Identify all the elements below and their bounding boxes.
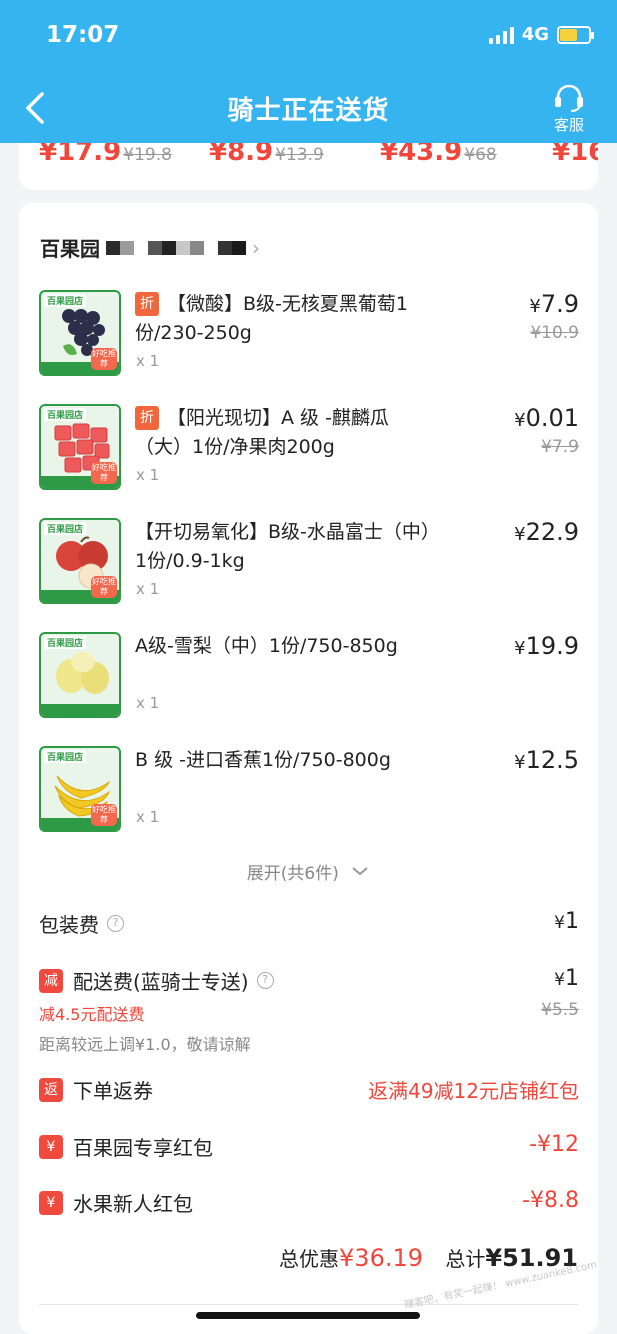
strip-item[interactable]: ¥8.9 ¥13.9: [209, 143, 324, 167]
product-name: B 级 -进口香蕉1份/750-800g: [135, 749, 391, 771]
packing-fee-label: 包装费: [39, 913, 99, 937]
help-icon[interactable]: ?: [256, 972, 274, 989]
strip-price: ¥8.9: [209, 143, 274, 167]
fruit-packet-row: ¥ 水果新人红包 -¥8.8: [39, 1188, 579, 1217]
chevron-down-icon: [352, 867, 368, 876]
product-quantity: x 1: [136, 580, 160, 598]
product-image-pear: 百果园店: [39, 632, 121, 718]
product-price: ¥0.01: [514, 404, 579, 432]
delivery-distance-note: 距离较远上调¥1.0，敬请谅解: [39, 1035, 251, 1054]
fruit-packet-label: 水果新人红包: [73, 1192, 193, 1216]
battery-icon: [557, 25, 594, 44]
coupon-label: 下单返券: [73, 1079, 153, 1103]
shop-packet-value: -¥12: [529, 1132, 579, 1157]
product-image-apple: 百果园店 好吃推荐: [39, 518, 121, 604]
delivery-original-fee: ¥5.5: [541, 1000, 579, 1020]
strip-price: ¥16.: [552, 143, 598, 167]
product-price: ¥19.9: [514, 632, 579, 660]
order-item[interactable]: 百果园店 好吃推荐 B 级 -进口香蕉1份/750-800g x 1 ¥12.5: [39, 746, 579, 846]
delivery-discount-note: 减4.5元配送费: [39, 1005, 145, 1024]
divider: [39, 1304, 578, 1305]
coupon-value: 返满49减12元店铺红包: [368, 1079, 579, 1103]
red-packet-badge: ¥: [39, 1190, 63, 1215]
top-header: 17:07 4G 骑士正在送货 客服: [0, 0, 617, 143]
red-packet-badge: ¥: [39, 1134, 63, 1159]
product-original-price: ¥10.9: [530, 323, 579, 343]
delivery-fee-label: 配送费(蓝骑士专送): [73, 970, 249, 994]
strip-price: ¥43.9: [380, 143, 463, 167]
thumb-tag: 好吃推荐: [91, 462, 117, 484]
product-image-grape: 百果园店 好吃推荐: [39, 290, 121, 376]
delivery-fee-value: ¥1: [554, 966, 579, 991]
help-icon[interactable]: ?: [107, 915, 124, 932]
strip-original-price: ¥19.8: [123, 145, 172, 165]
pear-icon: [56, 652, 109, 694]
thumb-tag: 好吃推荐: [91, 348, 117, 370]
product-image-watermelon: 百果园店 好吃推荐: [39, 404, 121, 490]
product-quantity: x 1: [136, 466, 160, 484]
order-item[interactable]: 百果园店 好吃推荐 【开切易氧化】B级-水晶富士（中）1份/0.9-1kg x …: [39, 518, 579, 618]
coupon-row: 返下单返券 返满49减12元店铺红包: [39, 1075, 579, 1104]
strip-original-price: ¥68: [464, 145, 497, 165]
total-discount-value: ¥36.19: [339, 1244, 424, 1272]
shop-name: 百果园: [40, 237, 100, 261]
product-quantity: x 1: [136, 694, 160, 712]
shop-packet-label: 百果园专享红包: [73, 1136, 213, 1160]
delivery-fee-row: 减配送费(蓝骑士专送)? ¥1 减4.5元配送费 距离较远上调¥1.0，敬请谅解…: [39, 966, 579, 1055]
product-name: 【开切易氧化】B级-水晶富士（中）1份/0.9-1kg: [135, 521, 431, 572]
discount-badge: 减: [39, 968, 63, 993]
thumb-tag: 好吃推荐: [91, 804, 117, 826]
product-quantity: x 1: [136, 352, 160, 370]
expand-items-button[interactable]: 展开(共6件): [19, 859, 598, 884]
status-bar-icons: 4G: [488, 24, 594, 45]
discount-badge: 折: [135, 292, 159, 316]
strip-original-price: ¥13.9: [275, 145, 324, 165]
product-image-banana: 百果园店 好吃推荐: [39, 746, 121, 832]
total-discount-label: 总优惠: [279, 1247, 340, 1271]
order-item[interactable]: 百果园店 好吃推荐 折【微酸】B级-无核夏黑葡萄1份/230-250g x 1 …: [39, 290, 579, 390]
product-price: ¥7.9: [529, 290, 579, 318]
discount-badge: 折: [135, 406, 159, 430]
product-price: ¥12.5: [514, 746, 579, 774]
product-name: 折【阳光现切】A 级 -麒麟瓜（大）1份/净果肉200g: [135, 406, 389, 458]
expand-label: 展开(共6件): [246, 864, 339, 884]
home-indicator: [196, 1312, 420, 1319]
order-card: 百果园 › 百果园店 好吃推荐 折【微酸】B级-无核夏黑葡萄1份/230-250…: [19, 203, 598, 1334]
product-name: 折【微酸】B级-无核夏黑葡萄1份/230-250g: [135, 292, 408, 344]
blurred-shop-suffix: [106, 237, 246, 259]
product-quantity: x 1: [136, 808, 160, 826]
shop-link[interactable]: 百果园 ›: [40, 233, 260, 262]
signal-icon: [488, 26, 514, 44]
strip-item[interactable]: ¥17.9 ¥19.8: [39, 143, 172, 167]
strip-item[interactable]: ¥16.: [552, 143, 598, 167]
product-price: ¥22.9: [514, 518, 579, 546]
recommend-strip: ¥17.9¥19.8 ¥8.9¥13.9 ¥43.9¥68 ¥16.: [19, 143, 598, 190]
product-original-price: ¥7.9: [541, 437, 579, 457]
grand-total-label: 总计: [445, 1247, 486, 1271]
strip-price: ¥17.9: [39, 143, 122, 167]
thumb-tag: 好吃推荐: [91, 576, 117, 598]
shop-packet-row: ¥ 百果园专享红包 -¥12: [39, 1132, 579, 1161]
headset-icon: [555, 84, 583, 112]
chevron-right-icon: ›: [252, 235, 260, 260]
order-item[interactable]: 百果园店 好吃推荐 折【阳光现切】A 级 -麒麟瓜（大）1份/净果肉200g x…: [39, 404, 579, 504]
fruit-packet-value: -¥8.8: [522, 1188, 579, 1213]
customer-service-button[interactable]: 客服: [549, 84, 589, 135]
strip-item[interactable]: ¥43.9 ¥68: [380, 143, 497, 167]
status-time: 17:07: [46, 22, 120, 48]
coupon-badge: 返: [39, 1077, 63, 1102]
page-title: 骑士正在送货: [227, 96, 390, 126]
product-name: A级-雪梨（中）1份/750-850g: [135, 635, 398, 657]
packing-fee-value: ¥1: [554, 909, 579, 934]
customer-service-label: 客服: [553, 116, 584, 134]
packing-fee-row: 包装费? ¥1: [39, 909, 579, 938]
order-item[interactable]: 百果园店 A级-雪梨（中）1份/750-850g x 1 ¥19.9: [39, 632, 579, 732]
network-type: 4G: [521, 24, 549, 45]
